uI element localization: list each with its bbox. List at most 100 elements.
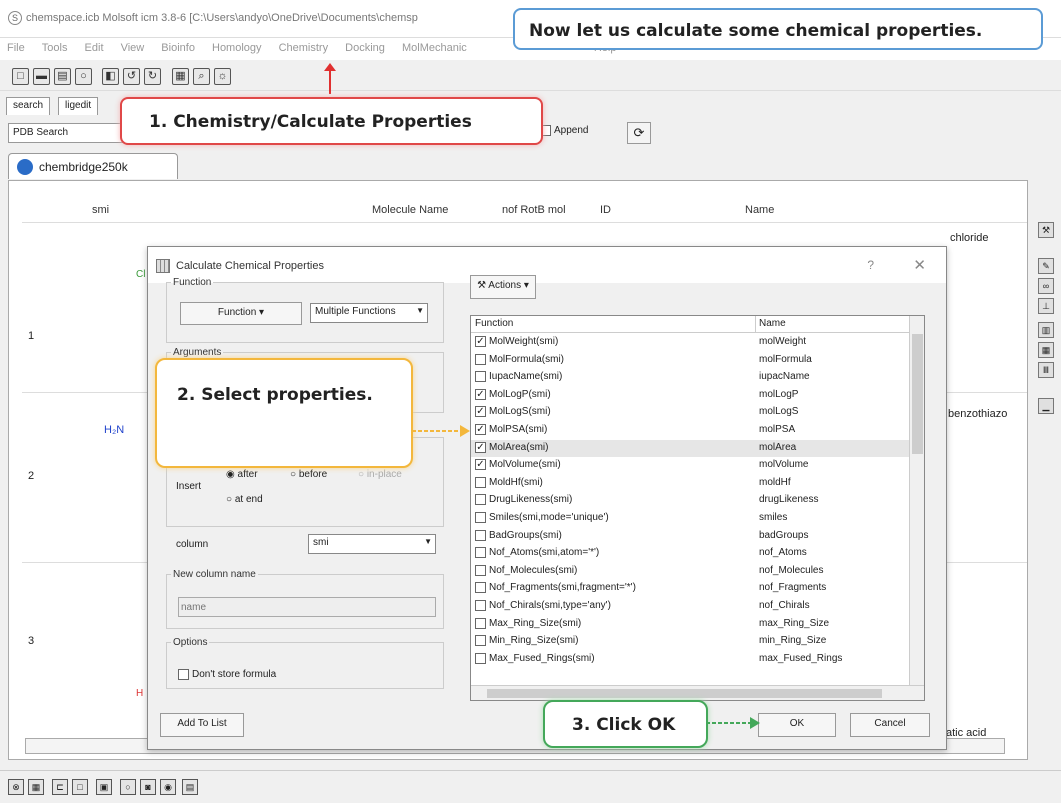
scrollbar-thumb[interactable] xyxy=(487,689,882,698)
function-column-header[interactable]: Function xyxy=(475,318,513,329)
function-combo[interactable]: Multiple Functions ▼ xyxy=(310,303,428,323)
stop-icon[interactable]: ⊗ xyxy=(8,779,24,795)
save-icon[interactable]: ▤ xyxy=(54,68,71,85)
function-row[interactable]: MolVolume(smi) molVolume xyxy=(471,457,909,475)
function-menu-button[interactable]: Function ▾ xyxy=(180,302,302,325)
checkbox-icon[interactable] xyxy=(475,617,486,629)
open-folder-icon[interactable]: ▬ xyxy=(33,68,50,85)
column-header-smi[interactable]: smi xyxy=(92,200,109,222)
hammer-icon[interactable]: ⚒ xyxy=(1038,222,1054,238)
camera-icon[interactable]: ◙ xyxy=(140,779,156,795)
pencil-icon[interactable]: ✎ xyxy=(1038,258,1054,274)
function-row[interactable]: MolFormula(smi) molFormula xyxy=(471,352,909,370)
new-column-name-input[interactable] xyxy=(178,597,436,617)
function-row[interactable]: Max_Ring_Size(smi) max_Ring_Size xyxy=(471,616,909,634)
function-row[interactable]: DrugLikeness(smi) drugLikeness xyxy=(471,492,909,510)
close-button[interactable]: ✕ xyxy=(913,256,926,274)
menu-tools[interactable]: Tools xyxy=(35,38,75,58)
display-icon[interactable]: ▣ xyxy=(96,779,112,795)
search-icon[interactable]: ⌕ xyxy=(193,68,210,85)
column-header-id[interactable]: ID xyxy=(600,200,611,222)
tab-ligedit[interactable]: ligedit xyxy=(58,97,99,115)
search-source-select[interactable]: PDB Search xyxy=(8,123,138,143)
function-row[interactable]: Nof_Molecules(smi) nof_Molecules xyxy=(471,563,909,581)
checkbox-icon[interactable] xyxy=(475,547,486,559)
rotate-icon[interactable]: ○ xyxy=(120,779,136,795)
menu-molmechanic[interactable]: MolMechanic xyxy=(395,38,474,58)
function-row[interactable]: MolWeight(smi) molWeight xyxy=(471,334,909,352)
checked-checkbox-icon[interactable] xyxy=(475,406,486,418)
chart-icon[interactable]: ▥ xyxy=(1038,322,1054,338)
checkbox-icon[interactable] xyxy=(475,635,486,647)
tab-chembridge250k[interactable]: chembridge250k xyxy=(8,153,178,179)
function-list-horizontal-scrollbar[interactable] xyxy=(471,685,924,700)
menu-edit[interactable]: Edit xyxy=(78,38,111,58)
insert-atend-radio[interactable]: ○ at end xyxy=(226,494,263,505)
function-row[interactable]: MolLogP(smi) molLogP xyxy=(471,387,909,405)
function-row[interactable]: MolPSA(smi) molPSA xyxy=(471,422,909,440)
tab-search[interactable]: search xyxy=(6,97,51,115)
refresh-button[interactable]: ⟳ xyxy=(627,122,651,144)
grid-icon[interactable]: ▦ xyxy=(1038,342,1054,358)
column-header-molecule-name[interactable]: Molecule Name xyxy=(372,200,448,222)
insert-before-radio[interactable]: ○ before xyxy=(290,469,327,480)
new-file-icon[interactable]: □ xyxy=(12,68,29,85)
grid-view-icon[interactable]: ▦ xyxy=(28,779,44,795)
menu-view[interactable]: View xyxy=(114,38,152,58)
function-row[interactable]: Smiles(smi,mode='unique') smiles xyxy=(471,510,909,528)
menu-docking[interactable]: Docking xyxy=(338,38,392,58)
movie-icon[interactable]: ▤ xyxy=(182,779,198,795)
eye-icon[interactable]: ◉ xyxy=(160,779,176,795)
function-list[interactable]: Function Name MolWeight(smi)molWeightMol… xyxy=(470,315,925,701)
copy-icon[interactable]: ◧ xyxy=(102,68,119,85)
menu-bioinfo[interactable]: Bioinfo xyxy=(154,38,202,58)
checked-checkbox-icon[interactable] xyxy=(475,459,486,471)
add-to-list-button[interactable]: Add To List xyxy=(160,713,244,737)
function-row[interactable]: MolArea(smi) molArea xyxy=(471,439,909,458)
function-row[interactable]: IupacName(smi) iupacName xyxy=(471,369,909,387)
append-checkbox[interactable]: Append xyxy=(540,125,588,136)
checkbox-icon[interactable] xyxy=(475,371,486,383)
checkbox-icon[interactable] xyxy=(475,652,486,664)
function-row[interactable]: Nof_Chirals(smi,type='any') nof_Chirals xyxy=(471,598,909,616)
scrollbar-thumb[interactable] xyxy=(912,334,923,454)
checked-checkbox-icon[interactable] xyxy=(475,424,486,435)
actions-button[interactable]: ⚒ Actions ▾ xyxy=(470,275,536,299)
function-row[interactable]: Nof_Fragments(smi,fragment='*') nof_Fragm… xyxy=(471,580,909,598)
function-row[interactable]: Max_Fused_Rings(smi) max_Fused_Rings xyxy=(471,651,909,669)
settings-icon[interactable]: ☼ xyxy=(214,68,231,85)
dont-store-formula-checkbox[interactable]: Don't store formula xyxy=(178,669,276,680)
checkbox-icon[interactable] xyxy=(475,494,486,506)
checkbox-icon[interactable] xyxy=(475,512,486,523)
function-row[interactable]: MoldHf(smi) moldHf xyxy=(471,475,909,493)
tree-icon[interactable]: ⊥ xyxy=(1038,298,1054,314)
help-button[interactable]: ? xyxy=(867,258,874,272)
checked-checkbox-icon[interactable] xyxy=(475,336,486,347)
panel-icon[interactable]: □ xyxy=(72,779,88,795)
checkbox-icon[interactable] xyxy=(475,529,486,541)
ok-button[interactable]: OK xyxy=(758,713,836,737)
undo-icon[interactable]: ↺ xyxy=(123,68,140,85)
column-header-nof-rotb[interactable]: nof RotB mol xyxy=(502,200,566,222)
tree-view-icon[interactable]: ⊏ xyxy=(52,779,68,795)
function-list-vertical-scrollbar[interactable] xyxy=(909,316,924,686)
molecule-icon[interactable]: ○ xyxy=(75,68,92,85)
pdb-icon[interactable]: ▦ xyxy=(172,68,189,85)
redo-icon[interactable]: ↻ xyxy=(144,68,161,85)
function-row[interactable]: Nof_Atoms(smi,atom='*') nof_Atoms xyxy=(471,545,909,563)
cancel-button[interactable]: Cancel xyxy=(850,713,930,737)
checkbox-icon[interactable] xyxy=(475,600,486,611)
checkbox-icon[interactable] xyxy=(475,582,486,594)
binoculars-icon[interactable]: ∞ xyxy=(1038,278,1054,294)
function-row[interactable]: MolLogS(smi) molLogS xyxy=(471,404,909,422)
menu-chemistry[interactable]: Chemistry xyxy=(272,38,336,58)
column-combo[interactable]: smi ▼ xyxy=(308,534,436,554)
menu-file[interactable]: File xyxy=(0,38,32,58)
checked-checkbox-icon[interactable] xyxy=(475,441,486,453)
insert-inplace-radio[interactable]: ○ in-place xyxy=(358,469,402,480)
columns-icon[interactable]: Ⅲ xyxy=(1038,362,1054,378)
checkbox-icon[interactable] xyxy=(475,353,486,365)
function-row[interactable]: Min_Ring_Size(smi) min_Ring_Size xyxy=(471,633,909,651)
function-row[interactable]: BadGroups(smi) badGroups xyxy=(471,528,909,546)
checkbox-icon[interactable] xyxy=(475,476,486,488)
